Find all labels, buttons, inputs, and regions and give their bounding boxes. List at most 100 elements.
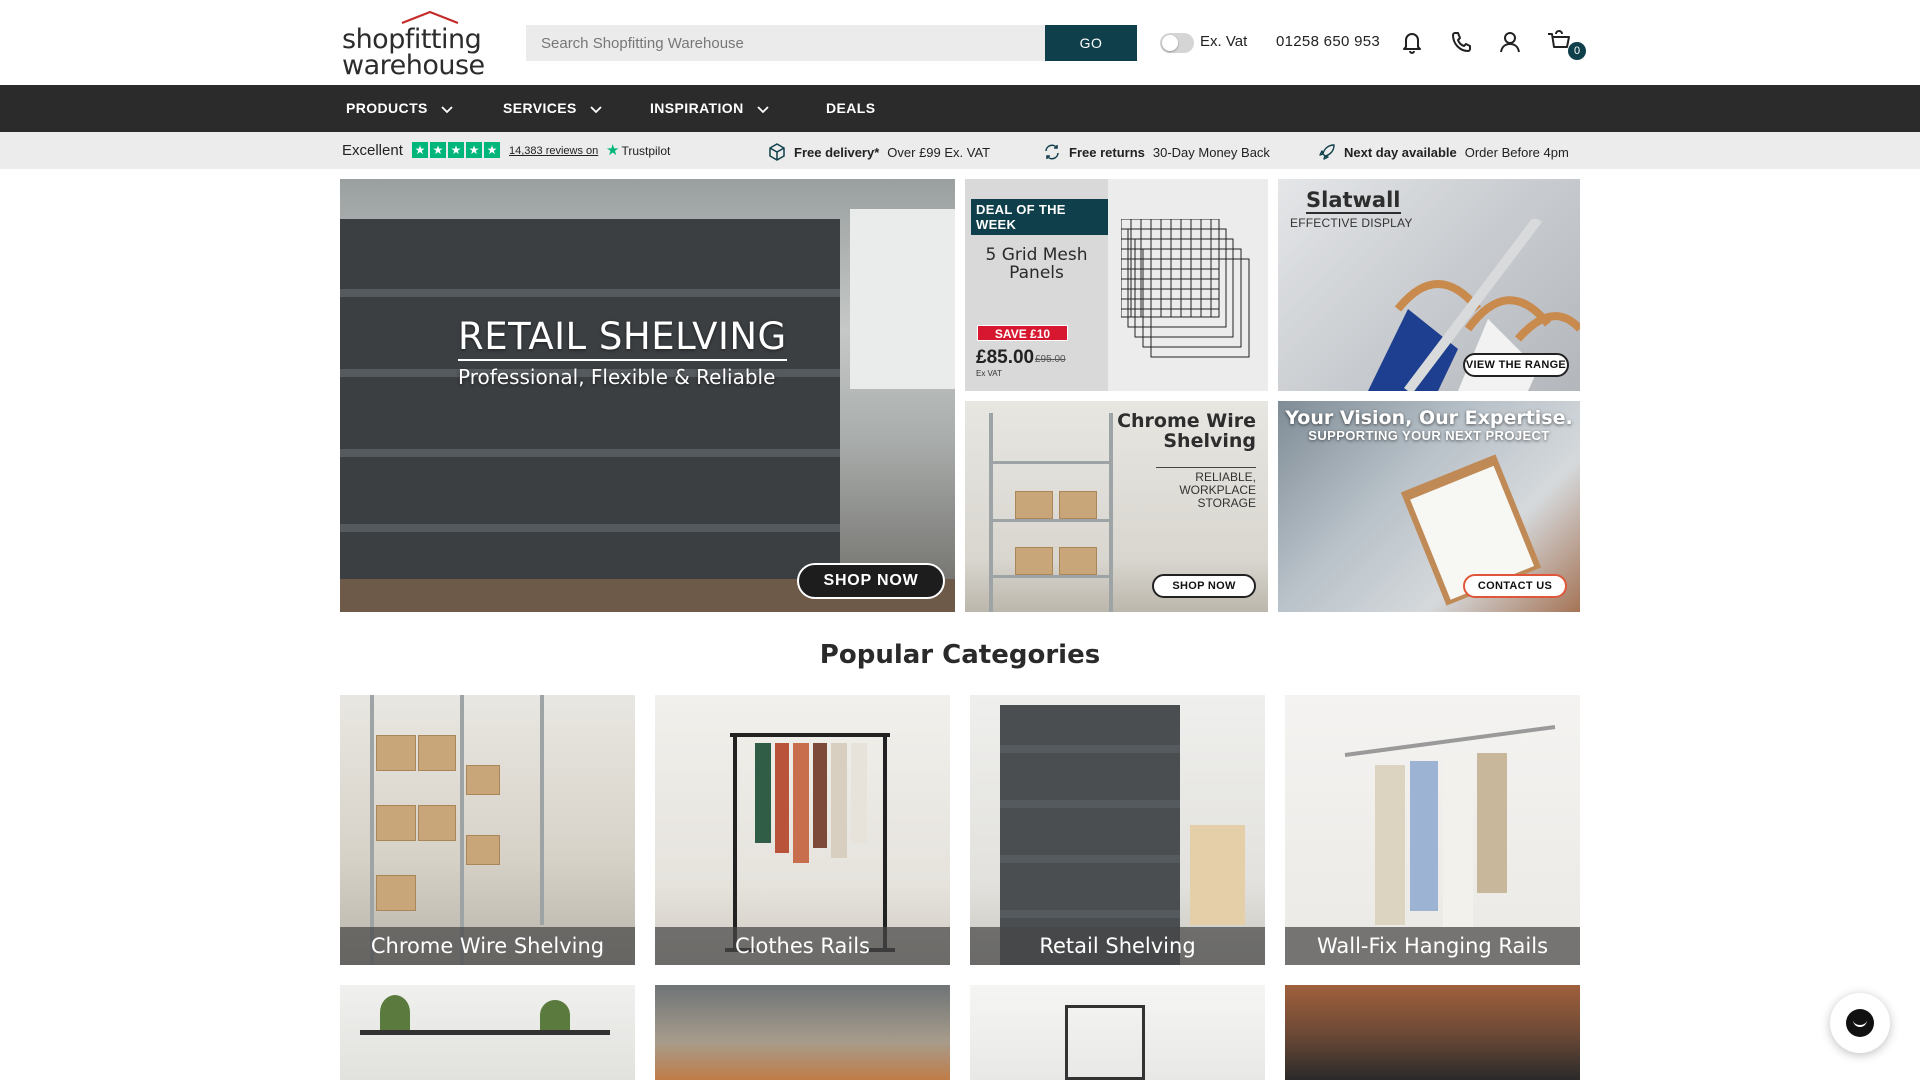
search-bar: GO (526, 25, 1137, 61)
deal-badge: DEAL OF THE WEEK (971, 199, 1108, 235)
deal-info-panel: DEAL OF THE WEEK 5 Grid Mesh Panels SAVE… (965, 179, 1108, 391)
search-input[interactable] (526, 25, 1045, 61)
category-card-row2-2[interactable] (655, 985, 950, 1080)
star-icon: ★ (430, 142, 446, 158)
refresh-icon (1045, 144, 1059, 160)
slatwall-tile[interactable]: Slatwall EFFECTIVE DISPLAY VIEW THE RANG… (1278, 179, 1580, 391)
live-chat-button[interactable] (1830, 993, 1890, 1053)
site-header: shopfitting warehouse GO Ex. Vat 01258 6… (0, 0, 1920, 85)
retail-shelving-image (1000, 705, 1180, 965)
counter-decor (1190, 825, 1245, 925)
vat-toggle[interactable] (1160, 33, 1194, 53)
nav-label: DEALS (826, 100, 876, 116)
box-decor (1015, 547, 1053, 575)
site-logo[interactable]: shopfitting warehouse (340, 10, 485, 79)
chrome-wire-title: Chrome Wire Shelving (1117, 411, 1256, 451)
phone-icon[interactable] (1447, 28, 1475, 56)
trustpilot-reviews-link[interactable]: 14,383 reviews on (509, 145, 598, 157)
hero-retail-shelving-banner[interactable]: RETAIL SHELVING Professional, Flexible &… (340, 179, 955, 612)
chat-icon (1846, 1009, 1874, 1037)
trustpilot-rating: Excellent (342, 142, 403, 159)
hero-shop-now-button[interactable]: SHOP NOW (797, 563, 945, 599)
contact-us-button[interactable]: CONTACT US (1463, 574, 1567, 598)
shelf (1000, 800, 1180, 808)
chrome-wire-title-line2: Shelving (1163, 430, 1256, 452)
deal-of-the-week-tile[interactable]: DEAL OF THE WEEK 5 Grid Mesh Panels SAVE… (965, 179, 1268, 391)
cart-count-badge: 0 (1568, 42, 1586, 60)
category-label: Wall-Fix Hanging Rails (1285, 927, 1580, 965)
phone-number[interactable]: 01258 650 953 (1276, 33, 1380, 50)
category-card-row2-3[interactable] (970, 985, 1265, 1080)
trustpilot-stars: ★ ★ ★ ★ ★ (412, 142, 500, 158)
box-icon (769, 143, 785, 161)
hero-subtitle: Professional, Flexible & Reliable (458, 365, 776, 389)
box-decor (1059, 491, 1097, 519)
usp-nextday-text: Order Before 4pm (1464, 144, 1569, 160)
shelf (1000, 910, 1180, 918)
usp-next-day: Next day available Order Before 4pm (1318, 143, 1569, 161)
deal-price: £85.00 (976, 347, 1035, 368)
chrome-wire-subtitle: RELIABLE, WORKPLACE STORAGE (1156, 467, 1256, 510)
nav-item-deals[interactable]: DEALS (826, 85, 875, 132)
category-card-row2-4[interactable] (1285, 985, 1580, 1080)
rocket-icon (1319, 144, 1335, 160)
chrome-wire-sub-line3: STORAGE (1197, 496, 1256, 510)
star-icon: ★ (412, 142, 428, 158)
usp-free-delivery: Free delivery* Over £99 Ex. VAT (768, 143, 990, 161)
star-icon: ★ (466, 142, 482, 158)
shelf (340, 449, 840, 457)
deal-vat-note: Ex VAT (976, 369, 1002, 378)
nav-item-inspiration[interactable]: INSPIRATION (650, 85, 770, 132)
nav-item-products[interactable]: PRODUCTS (346, 85, 454, 132)
chevron-down-icon (590, 105, 602, 113)
category-card-retail-shelving[interactable]: Retail Shelving (970, 695, 1265, 965)
shelf (340, 289, 840, 297)
box-decor (376, 805, 416, 841)
trustpilot-brand-text: Trustpilot (621, 144, 671, 158)
shelf (360, 1030, 610, 1035)
rack-post (460, 695, 464, 965)
rack-post (989, 413, 993, 612)
box-decor (466, 835, 500, 865)
category-card-clothes-rails[interactable]: Clothes Rails (655, 695, 950, 965)
rack-post (540, 695, 544, 925)
box-decor (418, 805, 456, 841)
rack-shelf (989, 461, 1113, 464)
chrome-wire-title-line1: Chrome Wire (1117, 410, 1256, 432)
rack-shelf (989, 519, 1113, 522)
category-card-row2-1[interactable] (340, 985, 635, 1080)
nav-label: SERVICES (503, 100, 577, 116)
design-service-tile[interactable]: Your Vision, Our Expertise. SUPPORTING Y… (1278, 401, 1580, 612)
roof-logo-icon (401, 10, 459, 24)
category-card-chrome-wire[interactable]: Chrome Wire Shelving (340, 695, 635, 965)
trustpilot-logo[interactable]: ★ Trustpilot (606, 143, 671, 158)
account-icon[interactable] (1496, 28, 1524, 56)
rack-shelf (989, 575, 1113, 578)
plant-decor (380, 995, 410, 1030)
category-label: Retail Shelving (970, 927, 1265, 965)
grid-panel-decor (1065, 1005, 1145, 1080)
usp-delivery-text: Over £99 Ex. VAT (887, 144, 991, 160)
usp-bar: Excellent ★ ★ ★ ★ ★ 14,383 reviews on ★ … (0, 132, 1920, 169)
shelf (340, 524, 840, 532)
wall-rail-image (1344, 725, 1556, 927)
chevron-down-icon (441, 105, 453, 113)
window-decor (850, 209, 955, 389)
popular-categories-heading: Popular Categories (819, 640, 1101, 670)
main-nav: PRODUCTS SERVICES INSPIRATION DEALS (0, 85, 1920, 132)
logo-text-line2: warehouse (342, 50, 485, 81)
nav-item-services[interactable]: SERVICES (503, 85, 603, 132)
chrome-shop-now-button[interactable]: SHOP NOW (1152, 574, 1256, 598)
chevron-down-icon (756, 105, 769, 113)
search-go-button[interactable]: GO (1045, 25, 1137, 61)
box-decor (376, 875, 416, 911)
category-card-wall-fix-rails[interactable]: Wall-Fix Hanging Rails (1285, 695, 1580, 965)
star-icon: ★ (448, 142, 464, 158)
chrome-wire-shelving-tile[interactable]: Chrome Wire Shelving RELIABLE, WORKPLACE… (965, 401, 1268, 612)
box-decor (376, 735, 416, 771)
deal-save-badge: SAVE £10 (977, 325, 1068, 341)
view-the-range-button[interactable]: VIEW THE RANGE (1463, 353, 1569, 377)
bell-icon[interactable] (1398, 28, 1426, 56)
usp-nextday-bold: Next day available (1344, 144, 1457, 160)
category-label: Clothes Rails (655, 927, 950, 965)
